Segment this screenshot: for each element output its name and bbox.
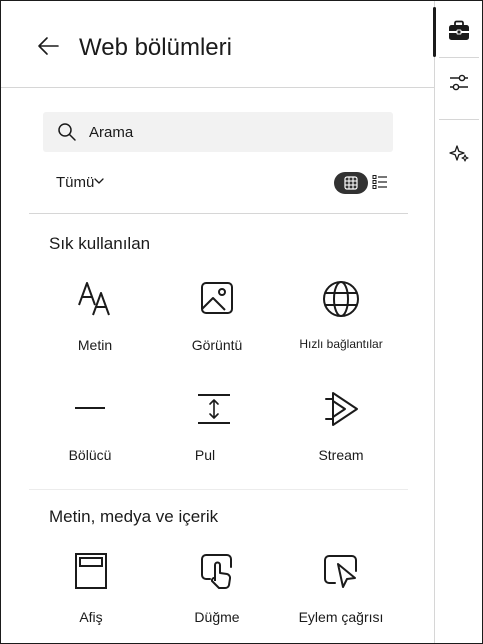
web-part-stream[interactable]: Stream: [281, 389, 401, 463]
category-filter-dropdown[interactable]: Tümü: [56, 174, 104, 191]
web-part-call-to-action[interactable]: Eylem çağrısı: [281, 551, 401, 625]
web-part-quick-links[interactable]: Hızlı bağlantılar: [281, 279, 401, 351]
web-part-label: Afiş: [79, 609, 103, 625]
web-part-label: Metin: [77, 337, 113, 353]
web-part-label: Hızlı bağlantılar: [299, 337, 383, 351]
chevron-down-icon: [94, 177, 104, 184]
rail-separator: [439, 119, 479, 120]
category-filter-label: Tümü: [56, 174, 95, 191]
property-pane-rail: [433, 1, 482, 643]
toolbox-icon: [449, 20, 469, 40]
web-part-text[interactable]: Metin: [35, 279, 155, 353]
web-part-label: Düğme: [194, 609, 240, 625]
rail-selection-indicator: [433, 7, 436, 57]
grid-view-toggle[interactable]: [334, 172, 368, 194]
web-part-label: Görüntü: [191, 337, 243, 353]
web-part-spacer[interactable]: Pul: [145, 389, 265, 463]
web-part-label: Bölücü: [68, 447, 112, 463]
web-parts-pane: Web bölümleri Tümü: [0, 0, 483, 644]
image-icon: [201, 282, 233, 314]
web-part-label: Pul: [194, 447, 216, 463]
rail-settings-button[interactable]: [445, 69, 473, 97]
section-divider: [29, 489, 408, 490]
sparkle-icon: [449, 145, 469, 162]
web-part-label: Eylem çağrısı: [298, 609, 384, 625]
rail-separator: [439, 57, 479, 58]
web-part-button[interactable]: Düğme: [157, 551, 277, 625]
text-icon: [78, 282, 110, 316]
rail-design-ideas-button[interactable]: [445, 140, 473, 168]
banner-icon: [75, 553, 107, 589]
web-part-banner[interactable]: Afiş: [31, 551, 151, 625]
settings-sliders-icon: [450, 74, 468, 91]
section-title-text-media-content: Metin, medya ve içerik: [49, 507, 219, 526]
search-box[interactable]: [43, 112, 393, 152]
grid-view-icon: [344, 176, 358, 190]
spacer-icon: [198, 394, 230, 424]
button-icon: [201, 554, 232, 589]
list-view-icon: [372, 175, 387, 189]
search-input[interactable]: [89, 121, 379, 143]
search-icon: [58, 123, 76, 141]
web-part-divider[interactable]: Bölücü: [30, 389, 150, 463]
rail-toolbox-button[interactable]: [445, 17, 473, 45]
web-part-image[interactable]: Görüntü: [157, 279, 277, 353]
web-part-label: Stream: [318, 447, 364, 463]
call-to-action-icon: [324, 555, 357, 588]
panel-header: Web bölümleri: [1, 1, 434, 88]
stream-icon: [325, 392, 358, 426]
arrow-left-icon: [38, 37, 59, 55]
toolbox-panel: Web bölümleri Tümü: [1, 1, 435, 643]
list-view-toggle[interactable]: [372, 174, 388, 195]
page-title: Web bölümleri: [79, 34, 232, 61]
globe-icon: [323, 281, 359, 317]
back-button[interactable]: [31, 29, 65, 63]
section-title-frequently-used: Sık kullanılan: [49, 234, 151, 253]
divider-icon: [75, 407, 105, 409]
section-divider: [29, 213, 408, 214]
